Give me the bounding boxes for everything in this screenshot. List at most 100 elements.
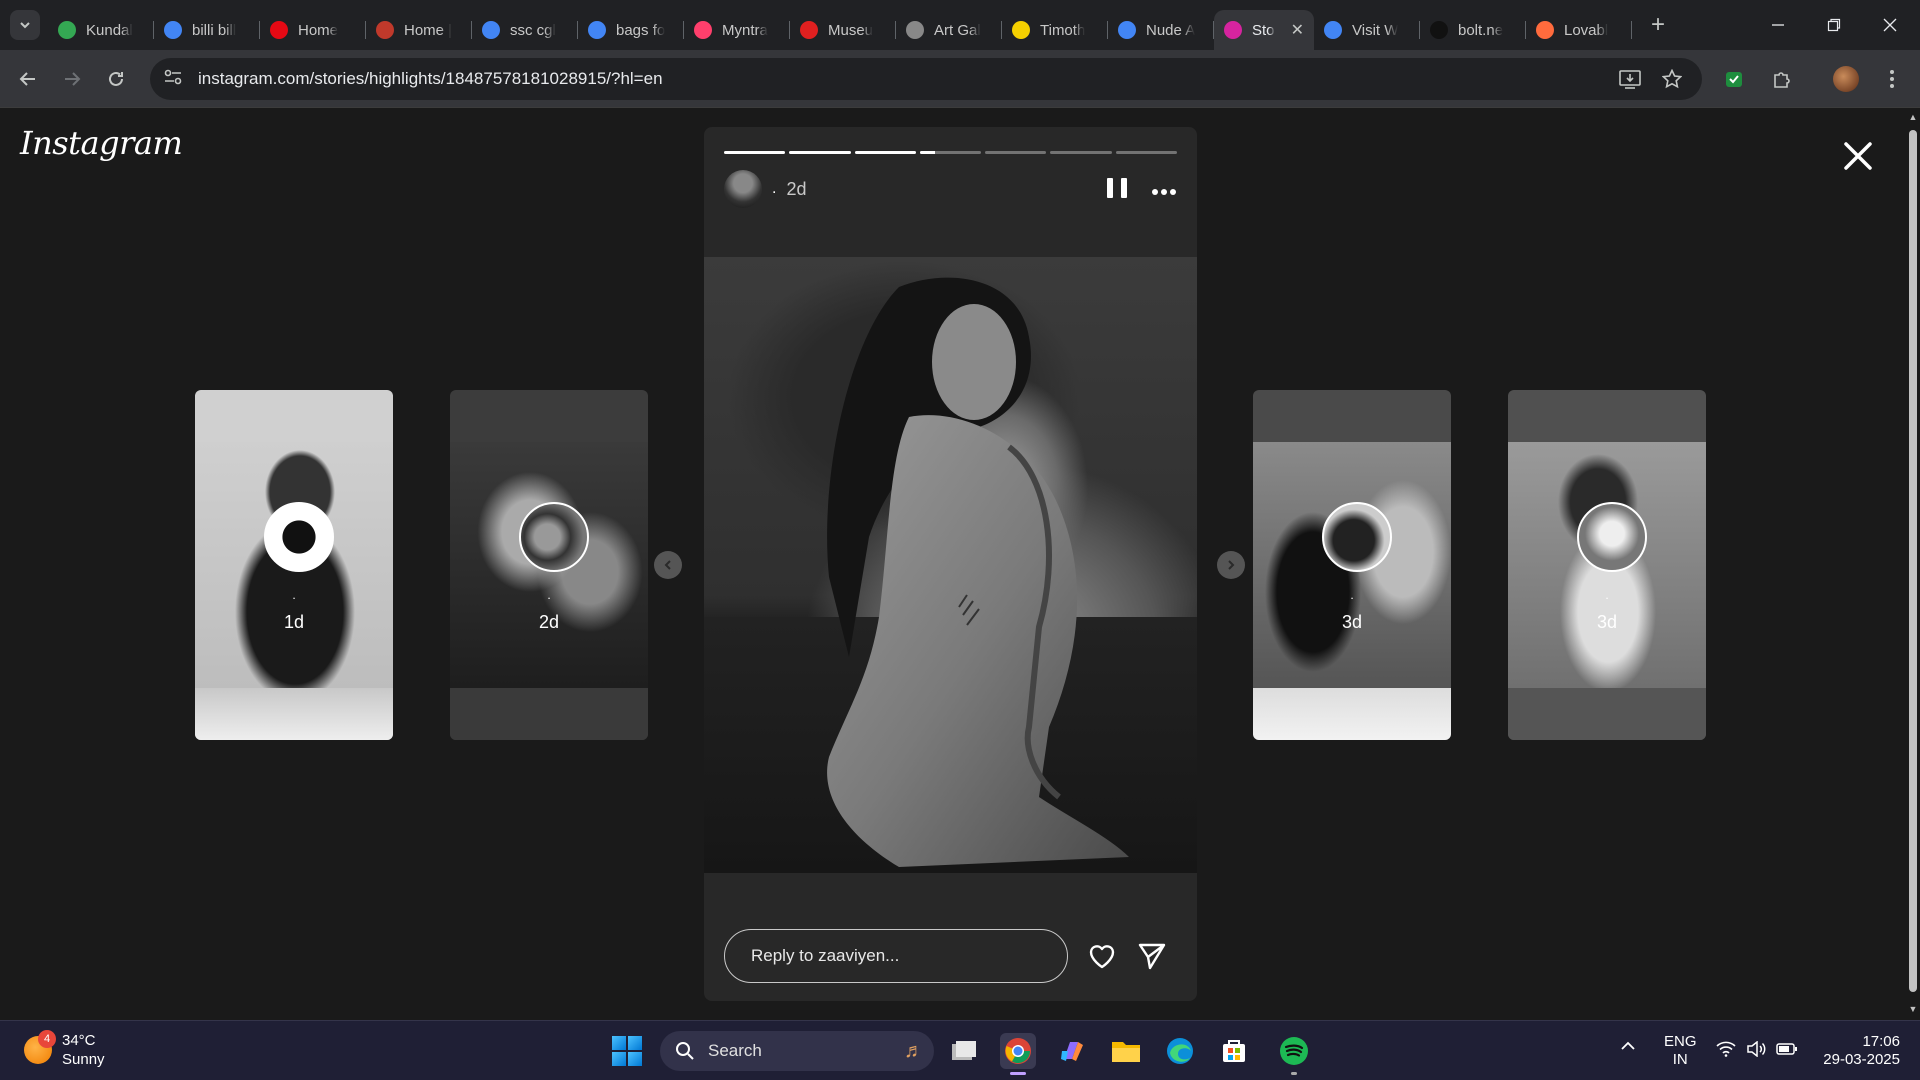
browser-tab[interactable]: Kundal: [48, 10, 154, 50]
avatar: [1833, 66, 1859, 92]
avatar[interactable]: [724, 170, 762, 208]
new-tab-button[interactable]: +: [1642, 9, 1674, 41]
extensions-button[interactable]: [1766, 63, 1798, 95]
start-button[interactable]: [612, 1036, 642, 1066]
browser-tab[interactable]: Visit W: [1314, 10, 1420, 50]
tab-title: Museu: [828, 21, 874, 39]
task-view-button[interactable]: [946, 1033, 982, 1069]
instagram-stories-page: Instagram . 1d . 2d . 2d Reply to zaaviy…: [0, 108, 1906, 1020]
browser-tab[interactable]: Lovabl: [1526, 10, 1632, 50]
minimize-button[interactable]: [1750, 0, 1806, 50]
browser-tab[interactable]: Museu: [790, 10, 896, 50]
lovable-heart-icon: [1536, 21, 1554, 39]
progress-segment: [854, 151, 916, 154]
story-progress-bar: [724, 151, 1177, 154]
clock[interactable]: 17:06 29-03-2025: [1812, 1033, 1900, 1069]
reload-icon: [109, 71, 123, 86]
story-preview-footer: [1508, 688, 1706, 740]
browser-tab[interactable]: Home: [260, 10, 366, 50]
pause-icon[interactable]: [1107, 178, 1127, 200]
install-app-button[interactable]: [1614, 63, 1646, 95]
story-preview-1[interactable]: . 1d: [195, 390, 393, 740]
bolt-icon: [1430, 21, 1448, 39]
close-window-button[interactable]: [1862, 0, 1918, 50]
instagram-icon: [1224, 21, 1242, 39]
story-preview-3[interactable]: . 3d: [1253, 390, 1451, 740]
tab-search-button[interactable]: [10, 10, 40, 40]
active-story[interactable]: . 2d Reply to zaaviyen...: [704, 127, 1197, 1001]
close-stories-icon[interactable]: [1838, 136, 1878, 176]
back-button[interactable]: [12, 63, 44, 95]
scrollbar-thumb[interactable]: [1909, 130, 1917, 992]
arrow-left-icon: [19, 72, 35, 86]
volume-icon: [1747, 1041, 1766, 1057]
browser-tab[interactable]: ssc cgl: [472, 10, 578, 50]
taskbar-store[interactable]: [1216, 1033, 1252, 1069]
taskbar-spotify[interactable]: [1276, 1033, 1312, 1075]
heart-icon[interactable]: [1086, 940, 1118, 972]
story-preview-4[interactable]: . 3d: [1508, 390, 1706, 740]
send-icon[interactable]: [1136, 940, 1168, 972]
taskbar-chrome[interactable]: [1000, 1033, 1036, 1075]
task-view-icon: [952, 1041, 976, 1060]
extension-shield-button[interactable]: [1718, 63, 1750, 95]
taskbar-search[interactable]: Search ♬: [660, 1031, 934, 1071]
tab-title: Kundal: [86, 21, 133, 39]
story-preview-avatar: [519, 502, 589, 572]
weather-widget[interactable]: 4 34°C Sunny: [24, 1030, 105, 1069]
instagram-logo[interactable]: Instagram: [20, 124, 183, 162]
story-preview-time: 1d: [283, 612, 305, 632]
netflix-icon: [270, 21, 288, 39]
story-username[interactable]: .: [772, 180, 776, 198]
browser-tab[interactable]: bolt.ne: [1420, 10, 1526, 50]
story-preview-time: 2d: [538, 612, 560, 632]
close-icon: [1883, 18, 1897, 32]
browser-tab[interactable]: Myntra: [684, 10, 790, 50]
browser-tab[interactable]: bags fo: [578, 10, 684, 50]
clock-date: 29-03-2025: [1823, 1051, 1900, 1068]
more-options-icon[interactable]: [1151, 177, 1177, 201]
profile-button[interactable]: [1830, 63, 1862, 95]
reply-input[interactable]: Reply to zaaviyen...: [724, 929, 1068, 983]
browser-tab[interactable]: billi bill: [154, 10, 260, 50]
site-settings-icon[interactable]: [150, 69, 190, 89]
forward-button[interactable]: [56, 63, 88, 95]
tab-title: Timoth: [1040, 21, 1086, 39]
url-text[interactable]: instagram.com/stories/highlights/1848757…: [198, 69, 663, 89]
story-preview-avatar: [1577, 502, 1647, 572]
next-story-button[interactable]: [1217, 551, 1245, 579]
copilot-icon: [1061, 1042, 1083, 1061]
browser-tab[interactable]: Timoth: [1002, 10, 1108, 50]
browser-tab[interactable]: Sto ✕: [1214, 10, 1314, 50]
language-code: ENG: [1664, 1033, 1697, 1050]
maps-pin-icon: [58, 21, 76, 39]
taskbar-edge[interactable]: [1162, 1033, 1198, 1069]
bookmark-button[interactable]: [1656, 63, 1688, 95]
taskbar-file-explorer[interactable]: [1108, 1033, 1144, 1069]
restore-button[interactable]: [1806, 0, 1862, 50]
browser-tab[interactable]: Home |: [366, 10, 472, 50]
scroll-up-icon[interactable]: ▲: [1908, 112, 1918, 122]
google-icon: [588, 21, 606, 39]
language-indicator[interactable]: ENG IN: [1664, 1033, 1697, 1069]
close-tab-icon[interactable]: ✕: [1291, 20, 1304, 40]
address-bar[interactable]: instagram.com/stories/highlights/1848757…: [150, 58, 1702, 100]
browser-tab[interactable]: Nude A: [1108, 10, 1214, 50]
tab-title: Sto: [1252, 21, 1275, 39]
windows-taskbar: 4 34°C Sunny Search ♬ ENG IN 17:06 29-03…: [0, 1020, 1920, 1080]
browser-tab[interactable]: Art Gal: [896, 10, 1002, 50]
previous-story-button[interactable]: [654, 551, 682, 579]
system-tray-icons[interactable]: [1716, 1041, 1798, 1057]
story-preview-avatar: [264, 502, 334, 572]
progress-segment: [789, 151, 851, 154]
page-scrollbar[interactable]: ▲ ▼: [1906, 108, 1920, 1020]
tab-title: Visit W: [1352, 21, 1399, 39]
story-preview-time: 3d: [1341, 612, 1363, 632]
show-hidden-icons-button[interactable]: [1620, 1039, 1636, 1057]
puzzle-icon: [1774, 72, 1790, 88]
story-preview-2[interactable]: . 2d: [450, 390, 648, 740]
chrome-menu-button[interactable]: [1876, 63, 1908, 95]
taskbar-copilot[interactable]: [1054, 1033, 1090, 1069]
reload-button[interactable]: [100, 63, 132, 95]
scroll-down-icon[interactable]: ▼: [1908, 1004, 1918, 1014]
